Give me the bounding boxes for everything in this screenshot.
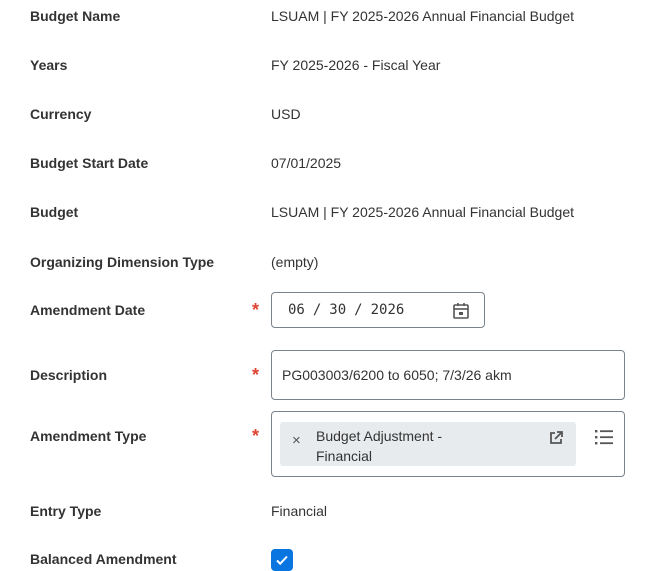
calendar-icon[interactable] <box>452 302 470 320</box>
amendment-date-input[interactable]: 06 / 30 / 2026 <box>271 292 485 328</box>
budget-name-value: LSUAM | FY 2025-2026 Annual Financial Bu… <box>271 8 575 24</box>
amendment-type-label: Amendment Type <box>30 428 147 444</box>
budget-start-date-value: 07/01/2025 <box>271 155 342 171</box>
years-value: FY 2025-2026 - Fiscal Year <box>271 57 441 73</box>
open-link-icon[interactable] <box>548 430 564 446</box>
organizing-dimension-type-label: Organizing Dimension Type <box>30 254 215 270</box>
date-year-segment[interactable]: 2026 <box>371 302 405 318</box>
selected-amendment-type-pill: × Budget Adjustment - Financial <box>280 422 576 466</box>
checkmark-icon <box>276 555 288 566</box>
currency-value: USD <box>271 106 301 122</box>
field-entry-type: Entry Type Financial <box>0 503 670 523</box>
budget-label: Budget <box>30 204 79 220</box>
budget-value: LSUAM | FY 2025-2026 Annual Financial Bu… <box>271 204 575 220</box>
field-amendment-type: Amendment Type * × Budget Adjustment - F… <box>0 411 670 477</box>
selected-amendment-type-line1: Budget Adjustment - <box>316 428 443 444</box>
required-marker: * <box>252 426 260 446</box>
selected-amendment-type-line2: Financial <box>316 448 373 464</box>
amendment-date-label: Amendment Date <box>30 302 146 318</box>
selected-amendment-type-text: Budget Adjustment - Financial <box>316 426 526 466</box>
years-label: Years <box>30 57 68 73</box>
date-day-segment[interactable]: 30 <box>329 302 346 318</box>
description-input[interactable]: PG003003/6200 to 6050; 7/3/26 akm <box>271 350 625 400</box>
remove-icon[interactable]: × <box>292 432 301 449</box>
organizing-dimension-type-value: (empty) <box>271 254 319 270</box>
entry-type-value: Financial <box>271 503 328 519</box>
field-years: Years FY 2025-2026 - Fiscal Year <box>0 57 670 77</box>
field-budget-name: Budget Name LSUAM | FY 2025-2026 Annual … <box>0 8 670 28</box>
required-marker: * <box>252 365 260 385</box>
date-separator: / <box>354 302 363 318</box>
balanced-amendment-label: Balanced Amendment <box>30 551 177 567</box>
field-budget-start-date: Budget Start Date 07/01/2025 <box>0 155 670 175</box>
date-month-segment[interactable]: 06 <box>288 302 305 318</box>
entry-type-label: Entry Type <box>30 503 102 519</box>
field-balanced-amendment: Balanced Amendment <box>0 549 670 571</box>
date-separator: / <box>312 302 322 318</box>
budget-start-date-label: Budget Start Date <box>30 155 149 171</box>
required-marker: * <box>252 300 260 320</box>
field-amendment-date: Amendment Date * 06 / 30 / 2026 <box>0 292 670 328</box>
amendment-type-selector[interactable]: × Budget Adjustment - Financial <box>271 411 625 477</box>
field-description: Description * PG003003/6200 to 6050; 7/3… <box>0 350 670 400</box>
currency-label: Currency <box>30 106 92 122</box>
balanced-amendment-checkbox[interactable] <box>271 549 293 571</box>
budget-name-label: Budget Name <box>30 8 121 24</box>
description-label: Description <box>30 367 108 383</box>
field-currency: Currency USD <box>0 106 670 126</box>
field-budget: Budget LSUAM | FY 2025-2026 Annual Finan… <box>0 204 670 224</box>
list-icon[interactable] <box>594 428 614 446</box>
field-organizing-dimension-type: Organizing Dimension Type (empty) <box>0 254 670 274</box>
